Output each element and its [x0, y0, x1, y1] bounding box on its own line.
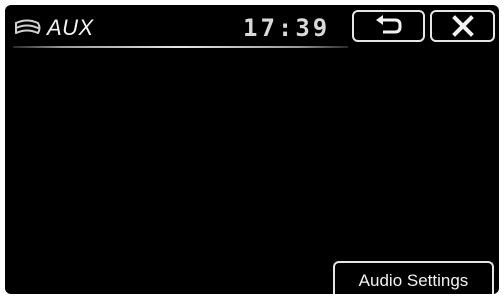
aux-source-icon — [15, 19, 41, 34]
header-divider — [13, 46, 348, 48]
source-label: AUX — [47, 15, 94, 40]
source-title: AUX — [13, 16, 94, 40]
audio-settings-button[interactable]: Audio Settings — [333, 261, 494, 294]
close-button[interactable] — [430, 10, 495, 42]
back-arrow-icon — [375, 15, 401, 34]
device-frame: AUX 17:39 Audio Settings — [0, 0, 504, 299]
close-x-icon — [451, 15, 474, 37]
clock: 17:39 — [243, 14, 331, 42]
back-button[interactable] — [352, 10, 425, 42]
display-screen: AUX 17:39 Audio Settings — [5, 5, 499, 294]
